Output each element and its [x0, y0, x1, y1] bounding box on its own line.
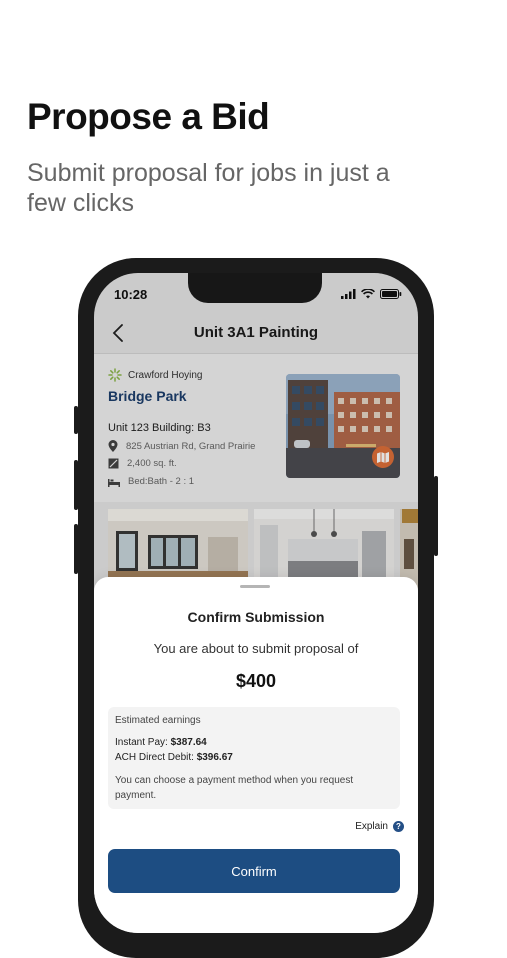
map-icon	[377, 451, 389, 463]
instant-pay-row: Instant Pay: $387.64	[115, 737, 207, 748]
confirm-button[interactable]: Confirm	[108, 849, 400, 893]
address-row: 825 Austrian Rd, Grand Prairie	[108, 440, 255, 452]
unit-building: Unit 123 Building: B3	[108, 422, 211, 434]
volume-down-button	[74, 524, 78, 574]
instant-pay-value: $387.64	[170, 737, 207, 748]
wifi-icon	[361, 289, 375, 299]
address-text: 825 Austrian Rd, Grand Prairie	[126, 440, 256, 452]
company-row: Crawford Hoying	[108, 368, 202, 382]
ach-row: ACH Direct Debit: $396.67	[115, 752, 233, 763]
floor-area-icon	[108, 458, 119, 469]
battery-icon	[380, 289, 402, 299]
bedbath-row: Bed:Bath - 2 : 1	[108, 476, 194, 487]
mute-switch	[74, 406, 78, 434]
promo-subheadline: Submit proposal for jobs in just a few c…	[27, 159, 390, 217]
bedbath-text: Bed:Bath - 2 : 1	[128, 476, 195, 487]
volume-up-button	[74, 460, 78, 510]
payment-note: You can choose a payment method when you…	[115, 775, 354, 801]
map-button[interactable]	[372, 446, 394, 468]
confirm-sheet: Confirm Submission You are about to subm…	[94, 577, 418, 933]
bed-icon	[108, 478, 120, 487]
explain-label: Explain	[355, 821, 388, 832]
promo-headline: Propose a Bid	[27, 96, 270, 137]
sheet-drag-handle[interactable]	[240, 585, 270, 588]
sheet-title: Confirm Submission	[187, 609, 325, 625]
phone-notch	[188, 273, 322, 303]
status-icons	[341, 289, 402, 299]
earnings-title: Estimated earnings	[115, 715, 201, 726]
instant-pay-label: Instant Pay:	[115, 737, 168, 748]
power-button	[434, 476, 438, 556]
bid-amount: $400	[235, 671, 277, 691]
help-icon: ?	[393, 821, 404, 832]
property-name: Bridge Park	[108, 388, 187, 404]
company-name: Crawford Hoying	[128, 369, 203, 381]
location-pin-icon	[108, 440, 118, 452]
phone-screen: 10:28 Unit 3A1 Painting Crawford Hoying …	[94, 273, 418, 933]
status-time: 10:28	[114, 287, 148, 302]
ach-value: $396.67	[196, 752, 233, 763]
area-text: 2,400 sq. ft.	[127, 458, 177, 469]
company-logo-icon	[108, 368, 122, 382]
ach-label: ACH Direct Debit:	[115, 752, 194, 763]
property-photo[interactable]	[286, 374, 400, 478]
property-card[interactable]: Crawford Hoying Bridge Park Unit 123 Bui…	[94, 353, 418, 502]
signal-icon	[341, 289, 356, 299]
earnings-box: Estimated earnings Instant Pay: $387.64 …	[108, 707, 400, 809]
phone-frame: 10:28 Unit 3A1 Painting Crawford Hoying …	[74, 258, 438, 958]
explain-link[interactable]: Explain ?	[355, 821, 404, 832]
nav-bar: Unit 3A1 Painting	[94, 313, 418, 353]
area-row: 2,400 sq. ft.	[108, 458, 177, 469]
sheet-message: You are about to submit proposal of	[153, 641, 359, 656]
page-title: Unit 3A1 Painting	[193, 324, 319, 341]
